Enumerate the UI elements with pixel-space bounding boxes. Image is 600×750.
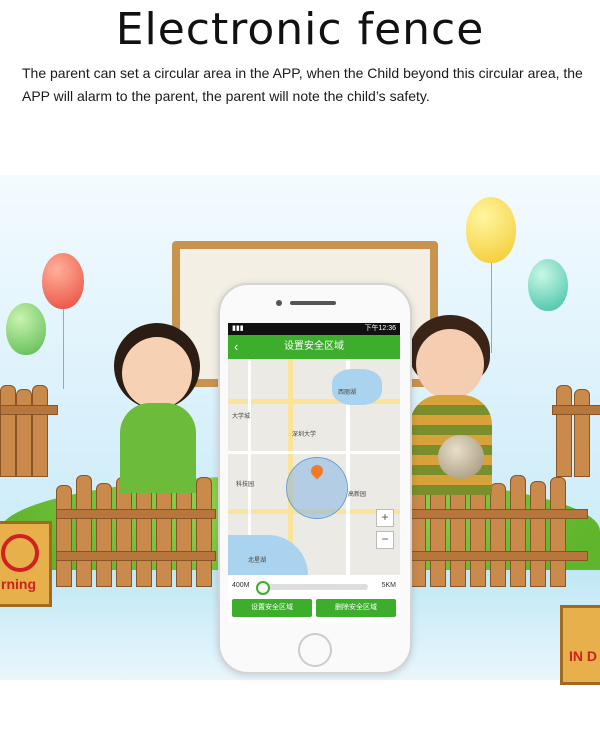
speaker (290, 301, 336, 305)
map-label: 深圳大学 (292, 432, 317, 438)
status-time: 下午12:36 (364, 325, 396, 332)
app-screen: ▮▮▮ 下午12:36 ‹ 设置安全区域 大学城 西丽湖 北星湖 高新园 深圳大… (228, 323, 400, 623)
screen-title: 设置安全区域 (284, 341, 344, 352)
set-safe-zone-button[interactable]: 设置安全区域 (232, 599, 312, 617)
chevron-left-icon[interactable]: ‹ (234, 335, 238, 359)
warning-sign-text: IN D (569, 648, 597, 664)
description: The parent can set a circular area in th… (22, 65, 583, 104)
delete-safe-zone-button[interactable]: 删除安全区域 (316, 599, 396, 617)
map-label: 大学城 (232, 414, 251, 420)
fence-left (0, 385, 58, 477)
slider-track[interactable] (258, 584, 368, 590)
map-label: 西丽湖 (338, 390, 357, 396)
map-label: 科技园 (236, 482, 255, 488)
slider-min-label: 400M (232, 582, 250, 589)
map-view[interactable]: 大学城 西丽湖 北星湖 高新园 深圳大学 科技园 + − (228, 359, 400, 575)
fence-right (552, 385, 600, 477)
zoom-in-button[interactable]: + (376, 509, 394, 527)
warning-sign-right: IN D (560, 605, 600, 685)
map-label: 高新园 (348, 492, 367, 498)
boy (396, 315, 506, 495)
balloon-yellow (466, 197, 516, 263)
status-bar: ▮▮▮ 下午12:36 (228, 323, 400, 335)
warning-sign-text: rning (1, 576, 36, 592)
slider-knob[interactable] (256, 581, 270, 595)
balloon-string (63, 309, 64, 389)
balloon-green (6, 303, 46, 355)
zoom-out-button[interactable]: − (376, 531, 394, 549)
headline: Electronic fence (115, 4, 485, 55)
slider-max-label: 5KM (381, 582, 396, 589)
girl (100, 323, 216, 493)
lake (228, 535, 308, 575)
app-header: ‹ 设置安全区域 (228, 335, 400, 359)
front-camera (276, 300, 282, 306)
balloon-teal (528, 259, 568, 311)
no-entry-icon (1, 534, 39, 572)
signal-icon: ▮▮▮ (232, 325, 244, 332)
balloon-red (42, 253, 84, 309)
smartphone: ▮▮▮ 下午12:36 ‹ 设置安全区域 大学城 西丽湖 北星湖 高新园 深圳大… (218, 283, 412, 674)
map-label: 北星湖 (248, 558, 267, 564)
warning-sign-left: rning (0, 521, 52, 607)
home-button[interactable] (298, 633, 332, 667)
radius-slider[interactable]: 400M 5KM (228, 579, 400, 595)
